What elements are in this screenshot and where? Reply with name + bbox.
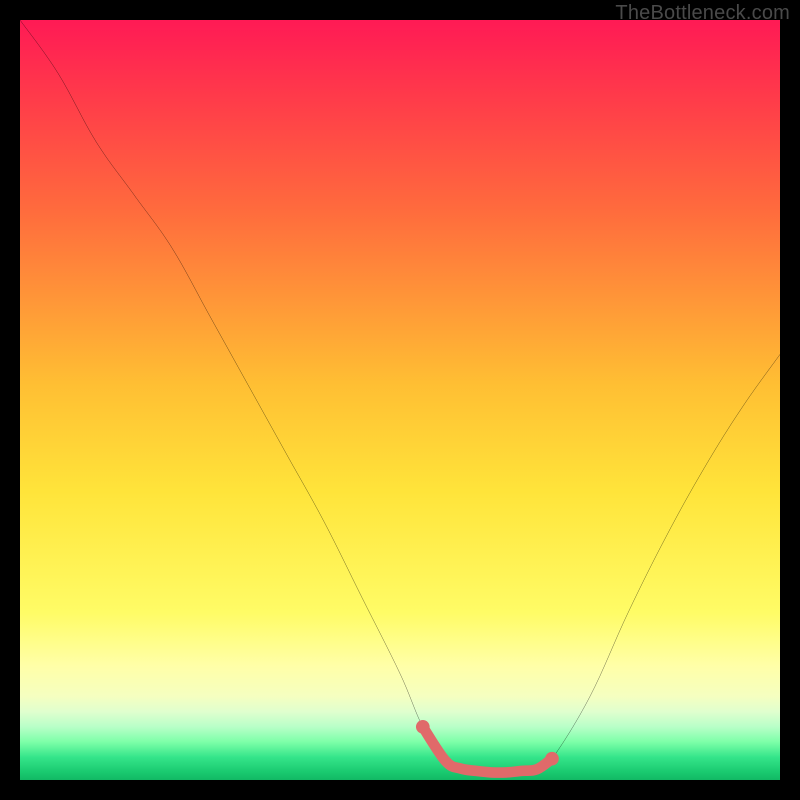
highlight-dot-left <box>416 720 430 734</box>
watermark-label: TheBottleneck.com <box>615 2 790 25</box>
curve-layer <box>20 20 780 780</box>
highlight-dot-right <box>545 752 559 766</box>
plot-area <box>20 20 780 780</box>
highlight-band <box>416 720 559 773</box>
highlight-path <box>423 727 552 773</box>
chart-stage: TheBottleneck.com <box>0 0 800 800</box>
bottleneck-curve <box>20 20 780 773</box>
curve-path <box>20 20 780 773</box>
